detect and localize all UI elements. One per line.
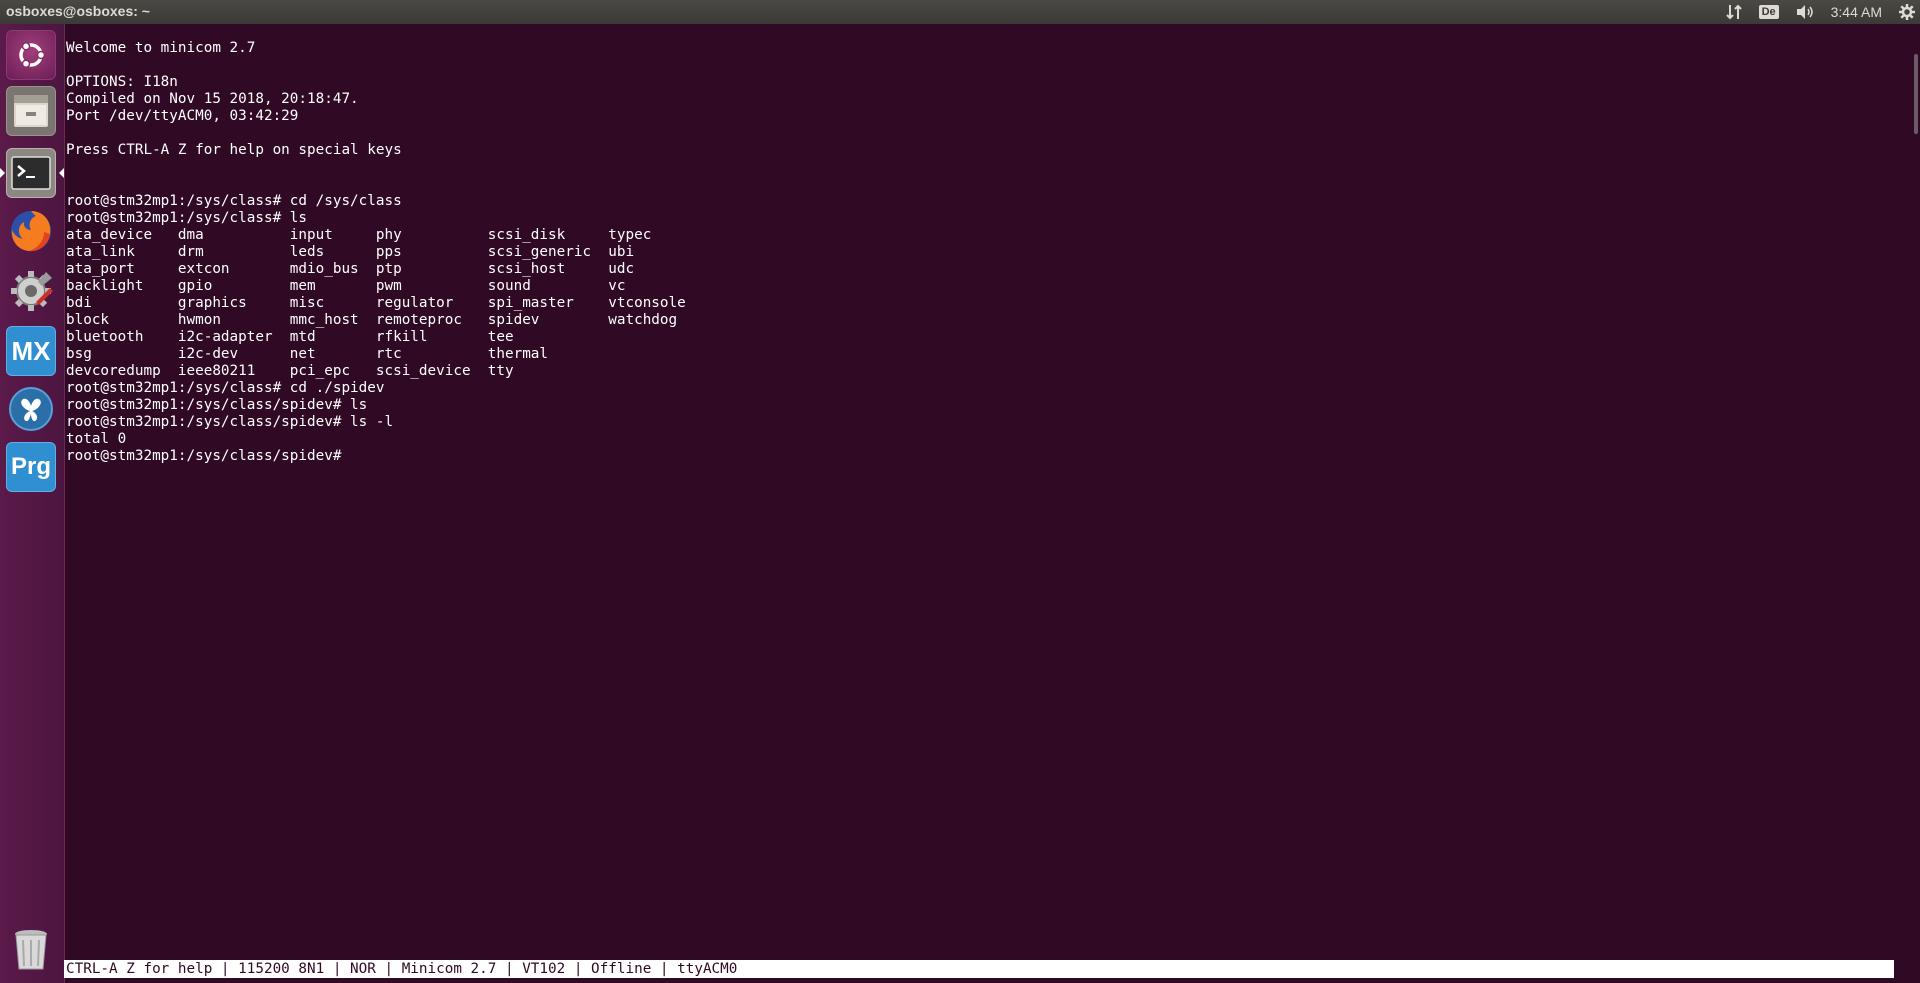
terminal-line: total 0 — [66, 431, 127, 447]
system-settings-icon[interactable] — [6, 266, 56, 316]
network-icon[interactable] — [1725, 4, 1743, 20]
terminal-line: Compiled on Nov 15 2018, 20:18:47. — [66, 91, 359, 107]
terminal-line: bsg i2c-dev net rtc thermal — [66, 346, 549, 362]
active-app-indicator — [0, 168, 5, 178]
terminal-line: root@stm32mp1:/sys/class# ls — [66, 210, 308, 226]
clock[interactable]: 3:44 AM — [1831, 4, 1882, 20]
top-panel: osboxes@osboxes: ~ De 3:44 AM — [0, 0, 1920, 24]
terminal-line: ata_link drm leds pps scsi_generic ubi — [66, 244, 635, 260]
terminal-line: ata_port extcon mdio_bus ptp scsi_host u… — [66, 261, 635, 277]
terminal-line: bdi graphics misc regulator spi_master v… — [66, 295, 686, 311]
terminal-scrollbar[interactable] — [1912, 24, 1920, 964]
terminal-line: root@stm32mp1:/sys/class# cd /sys/class — [66, 193, 402, 209]
terminal-line: ata_device dma input phy scsi_disk typec — [66, 227, 652, 243]
terminal-line: root@stm32mp1:/sys/class# cd ./spidev — [66, 380, 385, 396]
indicator-area: De 3:44 AM — [1725, 0, 1920, 24]
terminal-icon[interactable] — [6, 148, 56, 198]
terminal-line: devcoredump ieee80211 pci_epc scsi_devic… — [66, 363, 514, 379]
minicom-status-bar: CTRL-A Z for help | 115200 8N1 | NOR | M… — [64, 960, 1894, 978]
terminal-line: Port /dev/ttyACM0, 03:42:29 — [66, 108, 299, 124]
terminal-line: Welcome to minicom 2.7 — [66, 40, 256, 56]
terminal-line: Press CTRL-A Z for help on special keys — [66, 142, 402, 158]
terminal-line: root@stm32mp1:/sys/class/spidev# ls — [66, 397, 368, 413]
keyboard-layout-indicator[interactable]: De — [1758, 5, 1779, 19]
terminal-output[interactable]: Welcome to minicom 2.7 OPTIONS: I18n Compi… — [66, 40, 1896, 940]
session-gear-icon[interactable] — [1898, 3, 1916, 21]
terminal-line: block hwmon mmc_host remoteproc spidev w… — [66, 312, 678, 328]
focused-app-indicator — [59, 168, 64, 178]
terminal-line: bluetooth i2c-adapter mtd rfkill tee — [66, 329, 514, 345]
files-icon[interactable] — [6, 86, 56, 136]
scrollbar-thumb[interactable] — [1914, 54, 1918, 134]
stm32cubeprogrammer-icon[interactable]: Prg — [6, 442, 56, 492]
terminal-line: root@stm32mp1:/sys/class/spidev# — [66, 448, 342, 464]
launcher: MX Prg — [0, 24, 65, 983]
ubuntu-dash-icon[interactable] — [6, 30, 56, 80]
terminal-line: OPTIONS: I18n — [66, 74, 178, 90]
stm32cubeide-icon[interactable] — [6, 384, 56, 434]
terminal-line: root@stm32mp1:/sys/class/spidev# ls -l — [66, 414, 394, 430]
stm32cubemx-icon[interactable]: MX — [6, 326, 56, 376]
terminal-line: backlight gpio mem pwm sound vc — [66, 278, 626, 294]
firefox-icon[interactable] — [6, 206, 56, 256]
window-title: osboxes@osboxes: ~ — [6, 3, 150, 19]
trash-icon[interactable] — [6, 924, 56, 974]
volume-icon[interactable] — [1795, 4, 1815, 20]
